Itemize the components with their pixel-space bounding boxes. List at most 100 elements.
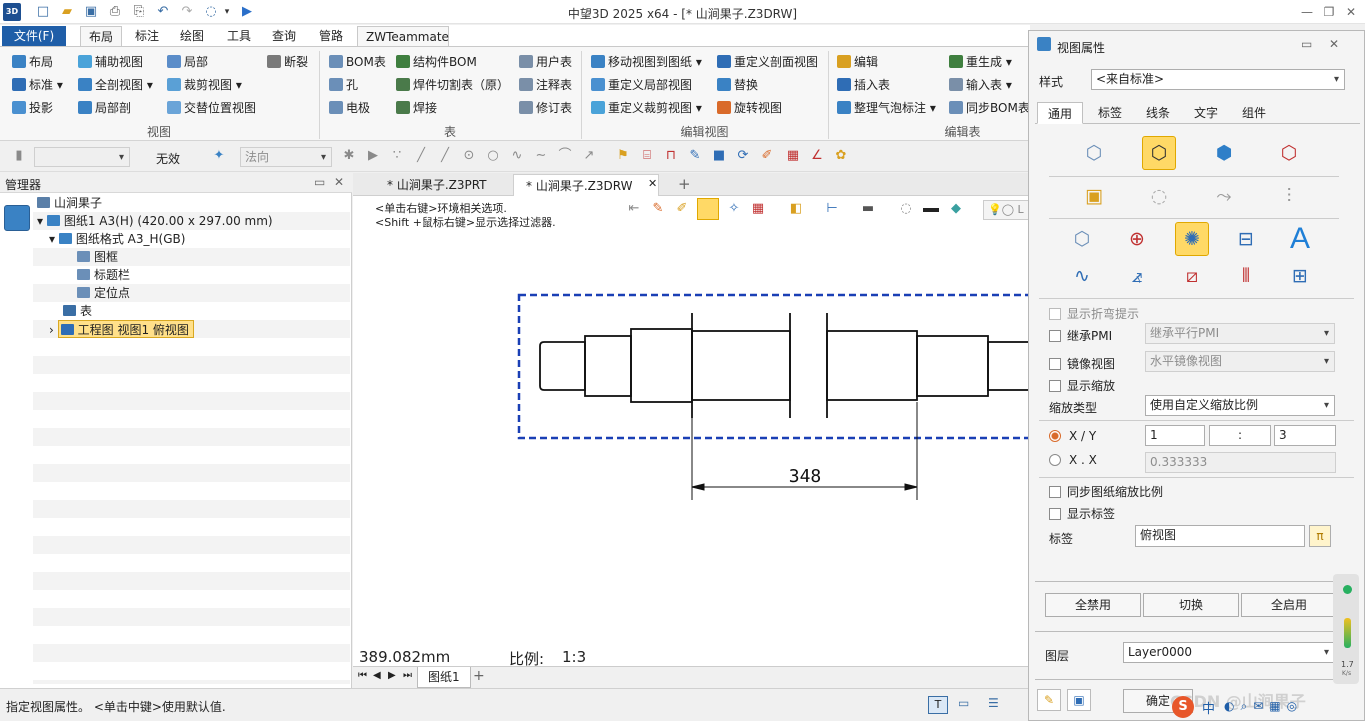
projection-button[interactable]: 投影 (12, 98, 53, 118)
line-icon[interactable]: ╱ (414, 149, 428, 163)
weld-table-button[interactable]: 焊接 (396, 98, 437, 118)
full-section-button[interactable]: 全剖视图 ▾ (78, 75, 153, 95)
bend-line-icon[interactable]: ⤳ (1207, 179, 1241, 213)
style-select[interactable]: <来自标准> (1091, 69, 1345, 90)
revision-table-button[interactable]: 修订表 (519, 98, 572, 118)
inherit-pmi-checkbox[interactable] (1049, 330, 1061, 342)
show-label-option[interactable]: 显示标签 (1049, 505, 1115, 522)
sync-bom-button[interactable]: 同步BOM表 (949, 98, 1029, 118)
tab-label[interactable]: 标签 (1087, 102, 1133, 124)
rotate-ring-icon[interactable]: ◌ (1142, 179, 1176, 213)
close-panel-icon[interactable]: ✕ (334, 175, 344, 189)
sheet-tab[interactable]: 图纸1 (417, 667, 471, 688)
bom-table-button[interactable]: BOM表 (329, 52, 386, 72)
inherit-pmi-select[interactable]: 继承平行PMI (1145, 323, 1335, 344)
replace-button[interactable]: 替换 (717, 75, 758, 95)
auxiliary-view-button[interactable]: 辅助视图 (78, 52, 143, 72)
tab-general[interactable]: 通用 (1037, 102, 1083, 124)
minimize-icon[interactable]: — (1297, 3, 1317, 21)
arc-icon[interactable]: ⌒ (558, 149, 572, 163)
show-bend-option[interactable]: 显示折弯提示 (1049, 305, 1139, 322)
next-sheet-icon[interactable]: ▶ (388, 670, 396, 681)
circle2-icon[interactable]: ○ (486, 149, 500, 163)
pin-icon[interactable]: ⚑ (616, 149, 630, 163)
xx-radio-option[interactable]: X . X (1049, 453, 1097, 467)
hole-table-button[interactable]: 孔 (329, 75, 358, 95)
save-settings-icon[interactable]: ▣ (1067, 689, 1091, 711)
tab-annotate[interactable]: 标注 (127, 26, 167, 46)
tab-text[interactable]: 文字 (1183, 102, 1229, 124)
import-table-button[interactable]: 输入表 ▾ (949, 75, 1012, 95)
shaded-view-icon[interactable]: ⬢ (1207, 136, 1241, 170)
detail-view-button[interactable]: 局部 (167, 52, 208, 72)
pen-icon[interactable]: ✐ (760, 149, 774, 163)
hidden-line-view-icon[interactable]: ⬡ (1142, 136, 1176, 170)
close-doc-icon[interactable]: ✕ (648, 177, 657, 190)
manager-side-icon[interactable] (4, 205, 30, 231)
monitor-icon[interactable]: ▭ (958, 696, 976, 712)
thread-icon[interactable]: ⫶ (1272, 179, 1306, 213)
bracket-icon[interactable]: ⊓ (664, 149, 678, 163)
edit-table-button[interactable]: 编辑 (837, 52, 878, 72)
decimal-scale-input[interactable]: 0.333333 (1145, 452, 1336, 473)
tree-node-root[interactable]: 山涧果子 (33, 194, 350, 212)
panel-close-icon[interactable]: ✕ (1329, 37, 1339, 51)
tab-piping[interactable]: 管路 (311, 26, 351, 46)
add-tab-icon[interactable]: + (678, 175, 691, 193)
pi-icon[interactable]: π (1309, 525, 1331, 547)
cube-icon[interactable]: ■ (712, 149, 726, 163)
center-mark-icon[interactable]: ⊕ (1120, 222, 1154, 256)
drawing-canvas[interactable]: <单击右键>环境相关选项. <Shift +鼠标右键>显示选择过滤器. ⇤ ✎ … (353, 196, 1030, 668)
tab-component[interactable]: 组件 (1231, 102, 1277, 124)
close-window-icon[interactable]: ✕ (1341, 3, 1361, 21)
move-view-button[interactable]: 移动视图到图纸 ▾ (591, 52, 702, 72)
layout-button[interactable]: 布局 (12, 52, 53, 72)
user-table-button[interactable]: 用户表 (519, 52, 572, 72)
restore-icon[interactable]: ❐ (1319, 3, 1339, 21)
curve-icon[interactable]: ∿ (510, 149, 524, 163)
toggle-button[interactable]: 切换 (1143, 593, 1239, 617)
xy-radio[interactable] (1049, 430, 1061, 442)
tab-query[interactable]: 查询 (264, 26, 304, 46)
list-icon[interactable]: ☰ (988, 696, 1006, 712)
line2-icon[interactable]: ╱ (438, 149, 452, 163)
struct-bom-button[interactable]: 结构件BOM (396, 52, 477, 72)
brush-tool-icon[interactable]: ✎ (1037, 689, 1061, 711)
dimension-text[interactable]: 348 (789, 466, 822, 487)
text-annotation-icon[interactable]: A (1283, 222, 1317, 256)
show-scale-option[interactable]: 显示缩放 (1049, 377, 1115, 394)
sync-scale-option[interactable]: 同步图纸缩放比例 (1049, 483, 1163, 500)
electrode-table-button[interactable]: 电极 (329, 98, 370, 118)
redefine-detail-button[interactable]: 重定义局部视图 (591, 75, 692, 95)
doc-tab-part[interactable]: * 山涧果子.Z3PRT (375, 174, 499, 196)
mirror-select[interactable]: 水平镜像视图 (1145, 351, 1335, 372)
disable-all-button[interactable]: 全禁用 (1045, 593, 1141, 617)
alternate-position-button[interactable]: 交替位置视图 (167, 98, 256, 118)
mirror-checkbox[interactable] (1049, 358, 1061, 370)
grid-icon[interactable]: ▦ (786, 149, 800, 163)
ime-logo-icon[interactable]: S (1172, 696, 1194, 718)
rotate-view-button[interactable]: 旋转视图 (717, 98, 782, 118)
arrange-balloon-button[interactable]: 整理气泡标注 ▾ (837, 98, 936, 118)
tangent-edge-icon[interactable]: ⬡ (1065, 222, 1099, 256)
tab-tools[interactable]: 工具 (219, 26, 259, 46)
x-value-input[interactable]: 1 (1145, 425, 1205, 446)
sync-scale-checkbox[interactable] (1049, 486, 1061, 498)
add-sheet-icon[interactable]: + (473, 668, 485, 684)
snap-icon[interactable]: ✱ (342, 149, 356, 163)
break-button[interactable]: 断裂 (267, 52, 308, 72)
wireframe-view-icon[interactable]: ⬡ (1077, 136, 1111, 170)
xx-radio[interactable] (1049, 454, 1061, 466)
shaded-edges-icon[interactable]: ⬡ (1272, 136, 1306, 170)
direction-select[interactable]: 法向 (240, 147, 332, 167)
pin-panel-icon[interactable]: ▭ (314, 175, 325, 189)
pick-icon[interactable]: ✦ (212, 149, 226, 163)
cosmetic-thread-icon[interactable]: ✺ (1175, 222, 1209, 256)
hatch-icon[interactable]: ⫴ (1229, 259, 1263, 293)
filter-select[interactable] (34, 147, 130, 167)
regenerate-table-button[interactable]: 重生成 ▾ (949, 52, 1012, 72)
redefine-crop-button[interactable]: 重定义裁剪视图 ▾ (591, 98, 702, 118)
redefine-section-button[interactable]: 重定义剖面视图 (717, 52, 818, 72)
tree-node-format[interactable]: ▾ 图纸格式 A3_H(GB) (33, 230, 350, 248)
angle-icon[interactable]: ∠ (810, 149, 824, 163)
